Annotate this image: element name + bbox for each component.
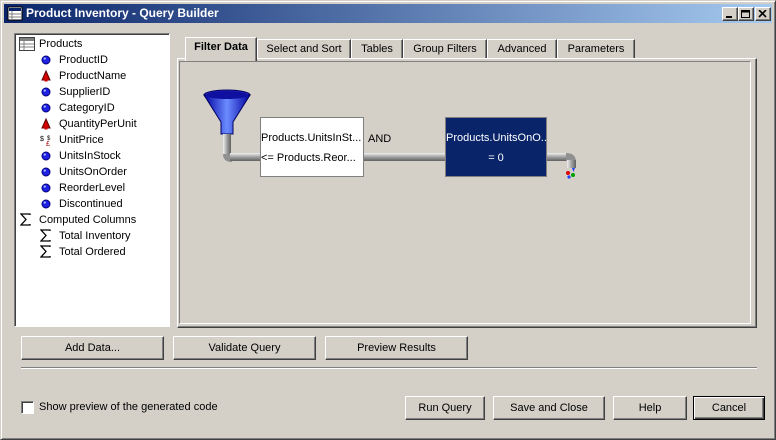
cancel-button[interactable]: Cancel — [693, 396, 765, 420]
preview-code-label: Show preview of the generated code — [39, 401, 218, 413]
title-bar[interactable]: Product Inventory - Query Builder — [4, 4, 772, 23]
condition-1-line-1: Products.UnitsInSt... — [261, 132, 362, 144]
blue-circle-icon — [40, 198, 52, 210]
tree-field-label: ReorderLevel — [59, 182, 126, 194]
tree-field-label: UnitsInStock — [59, 150, 121, 162]
tab-select-and-sort[interactable]: Select and Sort — [257, 39, 351, 59]
preview-results-button[interactable]: Preview Results — [325, 336, 468, 360]
tree-field-unitsinstock[interactable]: UnitsInStock — [39, 148, 163, 164]
svg-text:$: $ — [40, 136, 44, 143]
tree-field-label: UnitsOnOrder — [59, 166, 127, 178]
and-operator-label[interactable]: AND — [368, 133, 391, 145]
filter-pipes — [203, 89, 576, 179]
tree-group-label: Computed Columns — [39, 214, 137, 226]
tree-root-products[interactable]: Products — [19, 36, 159, 52]
tab-filter-data[interactable]: Filter Data — [185, 37, 257, 61]
red-triangle-icon — [40, 117, 52, 130]
sigma-icon — [19, 213, 32, 226]
tab-advanced[interactable]: Advanced — [487, 39, 557, 59]
tree-field-productid[interactable]: ProductID — [39, 52, 163, 68]
tree-group-computed-columns[interactable]: Computed Columns — [19, 212, 159, 228]
tree-item-total-ordered[interactable]: Total Ordered — [39, 244, 163, 260]
preview-code-checkbox[interactable] — [21, 401, 34, 414]
tree-field-unitsonorder[interactable]: UnitsOnOrder — [39, 164, 163, 180]
currency-icon: $ £ $ — [40, 134, 52, 148]
table-icon — [19, 37, 35, 51]
field-tree[interactable]: Products ProductID ProductName SupplierID C… — [14, 33, 170, 327]
separator — [21, 367, 757, 369]
query-builder-window: Product Inventory - Query Builder Produc… — [0, 0, 776, 440]
help-button[interactable]: Help — [613, 396, 687, 420]
tab-parameters[interactable]: Parameters — [557, 39, 635, 59]
filter-condition-node-2[interactable]: Products.UnitsOnO... = 0 — [445, 117, 547, 177]
tree-field-supplierid[interactable]: SupplierID — [39, 84, 163, 100]
blue-circle-icon — [40, 166, 52, 178]
tree-field-label: UnitPrice — [59, 134, 104, 146]
tree-field-quantityperunit[interactable]: QuantityPerUnit — [39, 116, 163, 132]
tree-field-discontinued[interactable]: Discontinued — [39, 196, 163, 212]
blue-circle-icon — [40, 86, 52, 98]
sigma-icon — [39, 229, 52, 242]
condition-2-line-2: = 0 — [488, 152, 504, 164]
tree-item-label: Total Ordered — [59, 246, 126, 258]
tree-field-label: ProductID — [59, 54, 108, 66]
validate-query-button[interactable]: Validate Query — [173, 336, 316, 360]
filter-canvas[interactable]: Products.UnitsInSt... <= Products.Reor..… — [179, 61, 751, 324]
run-query-button[interactable]: Run Query — [405, 396, 485, 420]
save-and-close-button[interactable]: Save and Close — [493, 396, 605, 420]
tree-item-total-inventory[interactable]: Total Inventory — [39, 228, 163, 244]
condition-2-line-1: Products.UnitsOnO... — [446, 132, 547, 144]
add-data-button[interactable]: Add Data... — [21, 336, 164, 360]
tree-field-label: SupplierID — [59, 86, 111, 98]
output-drops-icon — [566, 168, 575, 179]
sigma-icon — [39, 245, 52, 258]
tree-field-categoryid[interactable]: CategoryID — [39, 100, 163, 116]
app-icon — [7, 6, 23, 21]
svg-text:$: $ — [47, 136, 51, 142]
tree-field-unitprice[interactable]: $ £ $ UnitPrice — [39, 132, 163, 148]
tab-group-filters[interactable]: Group Filters — [403, 39, 487, 59]
tree-field-label: CategoryID — [59, 102, 115, 114]
tree-field-label: ProductName — [59, 70, 127, 82]
tree-field-reorderlevel[interactable]: ReorderLevel — [39, 180, 163, 196]
filter-condition-node-1[interactable]: Products.UnitsInSt... <= Products.Reor..… — [260, 117, 364, 177]
tree-root-label: Products — [39, 38, 83, 50]
tab-strip: Filter Data Select and Sort Tables Group… — [177, 37, 757, 61]
window-title: Product Inventory - Query Builder — [26, 6, 219, 20]
tree-field-productname[interactable]: ProductName — [39, 68, 163, 84]
close-button[interactable] — [755, 7, 771, 21]
minimize-button[interactable] — [722, 7, 738, 21]
maximize-button[interactable] — [738, 7, 754, 21]
tree-field-label: Discontinued — [59, 198, 123, 210]
blue-circle-icon — [40, 182, 52, 194]
condition-1-line-2: <= Products.Reor... — [261, 152, 356, 164]
blue-circle-icon — [40, 102, 52, 114]
blue-circle-icon — [40, 150, 52, 162]
tree-item-label: Total Inventory — [59, 230, 131, 242]
tab-tables[interactable]: Tables — [351, 39, 403, 59]
red-triangle-icon — [40, 69, 52, 82]
funnel-icon — [203, 89, 251, 135]
tree-field-label: QuantityPerUnit — [59, 118, 137, 130]
blue-circle-icon — [40, 54, 52, 66]
